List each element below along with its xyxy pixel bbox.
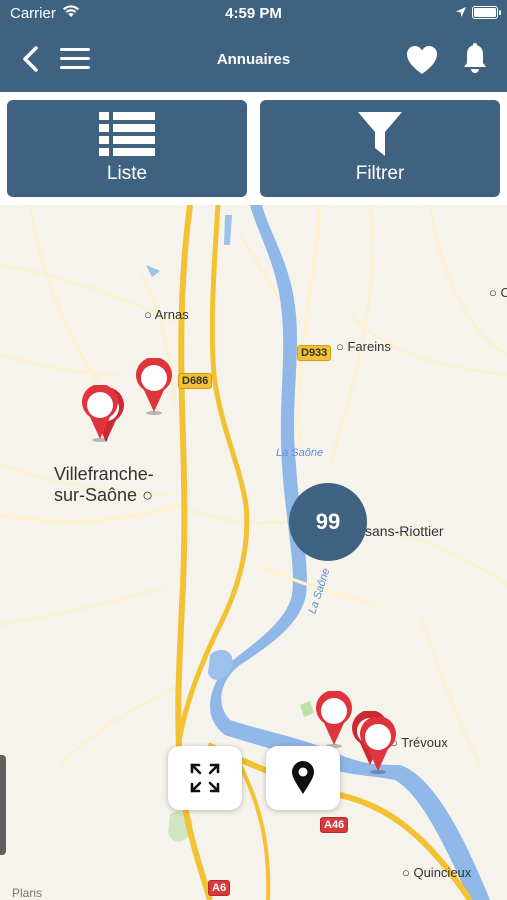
battery-icon [472, 6, 501, 19]
map-pin-marker[interactable] [134, 358, 174, 416]
road-badge-d933: D933 [297, 345, 332, 361]
location-pin-icon [292, 761, 314, 794]
place-partial-c: ○ C [489, 285, 507, 300]
filter-funnel-icon [358, 112, 402, 156]
status-bar: Carrier 4:59 PM [0, 0, 507, 28]
place-trevoux: ○ Trévoux [390, 735, 448, 750]
my-location-button[interactable] [266, 746, 340, 810]
place-riottier: sans-Riottier [365, 523, 444, 539]
favorites-heart-icon[interactable] [405, 44, 439, 76]
map-pin-marker[interactable] [314, 691, 354, 749]
filter-button[interactable]: Filtrer [260, 100, 500, 197]
road-badge-a46: A46 [320, 817, 349, 833]
place-arnas: ○ Arnas [144, 307, 189, 322]
list-view-button[interactable]: Liste [7, 100, 247, 197]
filter-label: Filtrer [355, 163, 405, 184]
map-view[interactable]: ○ Arnas ○ Fareins Villefranche- sur-Saôn… [0, 205, 507, 900]
place-quincieux: ○ Quincieux [402, 865, 472, 880]
place-fareins: ○ Fareins [336, 339, 391, 354]
location-arrow-icon [456, 7, 466, 17]
nav-bar: Annuaires [0, 28, 507, 92]
map-pin-marker[interactable] [80, 385, 120, 443]
notifications-bell-icon[interactable] [461, 42, 489, 76]
map-pin-marker[interactable] [358, 717, 398, 775]
toolbar: Liste Filtrer [0, 92, 507, 205]
map-cluster-marker[interactable]: 99 [289, 483, 367, 561]
road-badge-a6: A6 [208, 880, 231, 896]
list-icon [99, 112, 155, 156]
maps-attribution: Plans [12, 886, 43, 900]
place-villefranche: Villefranche- sur-Saône ○ [54, 464, 154, 505]
fullscreen-button[interactable] [168, 746, 242, 810]
map-base-layer [0, 205, 507, 900]
status-time: 4:59 PM [225, 5, 282, 22]
river-label-saone-top: La Saône [276, 447, 324, 459]
list-view-label: Liste [106, 163, 148, 184]
road-badge-d686: D686 [178, 373, 213, 389]
side-drawer-handle[interactable] [0, 755, 6, 855]
expand-icon [190, 763, 220, 793]
